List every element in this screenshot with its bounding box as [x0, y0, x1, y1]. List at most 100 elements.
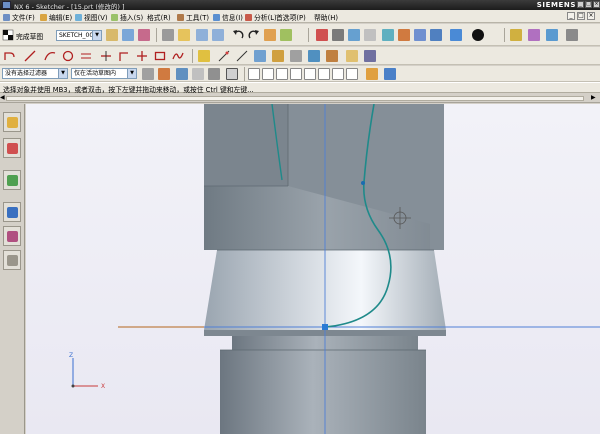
nx-app-icon[interactable] [2, 1, 11, 9]
section-view-icon[interactable] [414, 29, 426, 41]
menu-format[interactable]: 格式(R) [147, 12, 171, 22]
type-filter-select[interactable]: 没有选择过滤器 ▼ [2, 68, 68, 79]
graphics-window[interactable]: Z X [26, 104, 600, 434]
finish-sketch-button[interactable]: 完成草图 [16, 31, 43, 41]
rectangle-icon[interactable] [154, 50, 166, 62]
zoom-icon[interactable] [332, 29, 344, 41]
menu-view[interactable]: 视图(V) [75, 12, 108, 22]
snap-midpoint-icon[interactable] [262, 68, 274, 80]
orient-view-sphere-icon[interactable] [472, 29, 484, 41]
select-icon[interactable] [280, 29, 292, 41]
update-model-icon[interactable] [138, 29, 150, 41]
view-select-icon[interactable] [384, 68, 396, 80]
menu-edit[interactable]: 编辑(E) [40, 12, 72, 22]
select-all-icon[interactable] [176, 68, 188, 80]
studio-spline-icon[interactable] [172, 50, 184, 62]
redo-icon[interactable] [248, 29, 260, 41]
window-close-button[interactable]: × [593, 1, 600, 8]
pan-icon[interactable] [348, 29, 360, 41]
perspective-icon[interactable] [382, 29, 394, 41]
line-icon[interactable] [24, 50, 36, 62]
window-minimize-button[interactable]: _ [577, 1, 584, 8]
snap-intersection-icon[interactable] [290, 68, 302, 80]
arc-icon[interactable] [44, 50, 56, 62]
derived-lines-icon[interactable] [80, 50, 92, 62]
rotate-icon[interactable] [364, 29, 376, 41]
sketch-style-icon[interactable] [364, 50, 376, 62]
doc-close-button[interactable]: × [587, 12, 595, 20]
snap-settings-icon[interactable] [366, 68, 378, 80]
orient-view-icon[interactable] [106, 29, 118, 41]
infer-constraints-icon[interactable] [326, 50, 338, 62]
menu-preferences[interactable]: 首选项(P) [276, 12, 306, 22]
open-icon[interactable] [178, 29, 190, 41]
finish-sketch-flag-icon[interactable] [2, 29, 14, 41]
scrollbar-track[interactable] [6, 96, 584, 101]
command-finder-icon[interactable] [264, 29, 276, 41]
menu-tools[interactable]: 工具(T) [177, 12, 209, 22]
menu-insert[interactable]: 插入(S) [111, 12, 143, 22]
roles-tab[interactable] [3, 250, 21, 270]
fit-view-icon[interactable] [316, 29, 328, 41]
show-constraints-icon[interactable] [254, 50, 266, 62]
doc-minimize-button[interactable]: _ [567, 12, 575, 20]
window-maximize-button[interactable]: □ [585, 1, 592, 8]
dimension-icon[interactable] [218, 50, 230, 62]
system-materials-tab[interactable] [3, 226, 21, 246]
convert-reference-icon[interactable] [290, 50, 302, 62]
snap-existing-point-icon[interactable] [332, 68, 344, 80]
snap-quadrant-icon[interactable] [318, 68, 330, 80]
spline-control-point[interactable] [361, 181, 365, 185]
scroll-right-icon[interactable]: ▶ [591, 95, 596, 101]
menu-file[interactable]: 文件(F) [3, 12, 35, 22]
snap-endpoint-icon[interactable] [248, 68, 260, 80]
assembly-navigator-tab[interactable] [3, 112, 21, 132]
upper-housing-recess[interactable] [204, 104, 288, 186]
animate-dimension-icon[interactable] [272, 50, 284, 62]
snap-control-point-icon[interactable] [276, 68, 288, 80]
history-tab[interactable] [3, 202, 21, 222]
make-corner-icon[interactable] [136, 50, 148, 62]
snap-point-on-curve-icon[interactable] [346, 68, 358, 80]
menu-analysis[interactable]: 分析(L) [245, 12, 277, 22]
toolbar-separator [308, 28, 309, 42]
undo-icon[interactable] [232, 29, 244, 41]
menu-info[interactable]: 信息(I) [213, 12, 243, 22]
doc-restore-button[interactable]: □ [577, 12, 585, 20]
reuse-library-tab[interactable] [3, 170, 21, 190]
rectangle-select-icon[interactable] [226, 68, 238, 80]
refresh-icon[interactable] [398, 29, 410, 41]
lasso-icon[interactable] [208, 68, 220, 80]
auto-constrain-icon[interactable] [236, 50, 248, 62]
quick-extend-icon[interactable] [118, 50, 130, 62]
reattach-icon[interactable] [122, 29, 134, 41]
selection-scope-select[interactable]: 仅在活动草图内 ▼ [71, 68, 137, 79]
sketch-name-select[interactable]: SKETCH_003 ▼ [56, 30, 102, 41]
spline-end-point[interactable] [322, 324, 328, 330]
circle-icon[interactable] [62, 50, 74, 62]
alternate-solution-icon[interactable] [308, 50, 320, 62]
paste-icon[interactable] [212, 29, 224, 41]
sketch-constraints-icon[interactable] [198, 50, 210, 62]
general-selection-filter-icon[interactable] [142, 68, 154, 80]
copy-icon[interactable] [196, 29, 208, 41]
show-hide-icon[interactable] [510, 29, 522, 41]
profile-icon[interactable] [4, 50, 16, 62]
horizontal-scrollbar[interactable]: ◀ ▶ [0, 94, 600, 103]
render-style-icon[interactable] [450, 29, 462, 41]
selection-priority-icon[interactable] [158, 68, 170, 80]
scroll-left-icon[interactable]: ◀ [0, 95, 5, 101]
wcs-icon[interactable] [546, 29, 558, 41]
deselect-all-icon[interactable] [192, 68, 204, 80]
part-navigator-tab[interactable] [3, 138, 21, 158]
paint-icon[interactable] [430, 29, 442, 41]
snap-center-icon[interactable] [304, 68, 316, 80]
create-inferred-icon[interactable] [346, 50, 358, 62]
save-icon[interactable] [162, 29, 174, 41]
layer-settings-icon[interactable] [528, 29, 540, 41]
model-view-svg[interactable]: Z X [26, 104, 600, 434]
menu-help[interactable]: 帮助(H) [314, 12, 338, 22]
lower-shaft[interactable] [220, 350, 426, 434]
quick-trim-icon[interactable] [100, 50, 112, 62]
work-layer-icon[interactable] [566, 29, 578, 41]
